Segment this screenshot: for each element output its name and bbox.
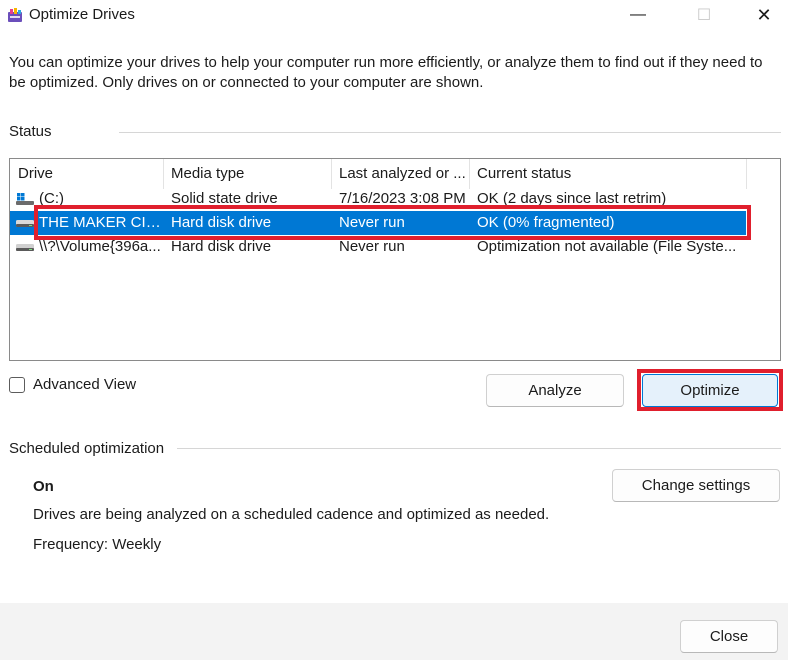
current-status: Optimization not available (File Syste..… [477, 238, 737, 255]
last-analyzed: Never run [339, 214, 405, 231]
drive-name: (C:) [39, 190, 64, 207]
column-header-media-type[interactable]: Media type [163, 159, 331, 189]
window-title: Optimize Drives [29, 6, 135, 23]
drives-list-header: Drive Media type Last analyzed or ... Cu… [10, 159, 780, 189]
media-type: Hard disk drive [171, 214, 272, 231]
change-settings-button[interactable]: Change settings [612, 469, 780, 502]
column-header-drive[interactable]: Drive [10, 159, 163, 189]
advanced-view-label[interactable]: Advanced View [33, 376, 136, 393]
minimize-icon: — [630, 6, 646, 23]
hard-disk-icon [16, 244, 34, 251]
advanced-view-checkbox[interactable] [9, 377, 25, 393]
maximize-icon: ☐ [696, 7, 712, 24]
close-icon: ✕ [756, 4, 772, 25]
drive-row-the-maker-city[interactable]: THE MAKER CITY... Hard disk drive Never … [10, 211, 746, 235]
last-analyzed: 7/16/2023 3:08 PM [339, 190, 466, 207]
maximize-button[interactable]: ☐ [676, 0, 732, 30]
footer-bar [0, 603, 788, 660]
optimize-button[interactable]: Optimize [642, 374, 778, 407]
column-header-last-analyzed[interactable]: Last analyzed or ... [331, 159, 469, 189]
drives-list[interactable]: Drive Media type Last analyzed or ... Cu… [9, 158, 781, 361]
close-window-button[interactable]: ✕ [736, 0, 788, 30]
status-section-label: Status [9, 123, 52, 140]
scheduled-divider [177, 448, 781, 449]
schedule-frequency: Frequency: Weekly [33, 536, 162, 553]
schedule-description: Drives are being analyzed on a scheduled… [33, 506, 550, 523]
analyze-button[interactable]: Analyze [486, 374, 624, 407]
current-status: OK (2 days since last retrim) [477, 190, 667, 207]
hard-disk-icon [16, 220, 34, 227]
last-analyzed: Never run [339, 238, 405, 255]
drive-name: THE MAKER CITY... [39, 214, 163, 231]
close-button[interactable]: Close [680, 620, 778, 653]
media-type: Solid state drive [171, 190, 278, 207]
optimize-drives-app-icon [8, 8, 22, 22]
status-divider [119, 132, 781, 133]
current-status: OK (0% fragmented) [477, 214, 615, 231]
drive-name: \\?\Volume{396a... [39, 238, 161, 255]
scheduled-section-label: Scheduled optimization [9, 440, 165, 457]
column-header-current-status[interactable]: Current status [469, 159, 746, 189]
windows-drive-icon [16, 193, 34, 205]
media-type: Hard disk drive [171, 238, 272, 255]
drive-row-volume[interactable]: \\?\Volume{396a... Hard disk drive Never… [10, 235, 746, 259]
column-separator[interactable] [746, 159, 747, 189]
drive-row-c[interactable]: (C:) Solid state drive 7/16/2023 3:08 PM… [10, 187, 746, 211]
intro-text: You can optimize your drives to help you… [9, 54, 763, 91]
minimize-button[interactable]: — [610, 0, 666, 30]
schedule-state: On [33, 478, 54, 495]
